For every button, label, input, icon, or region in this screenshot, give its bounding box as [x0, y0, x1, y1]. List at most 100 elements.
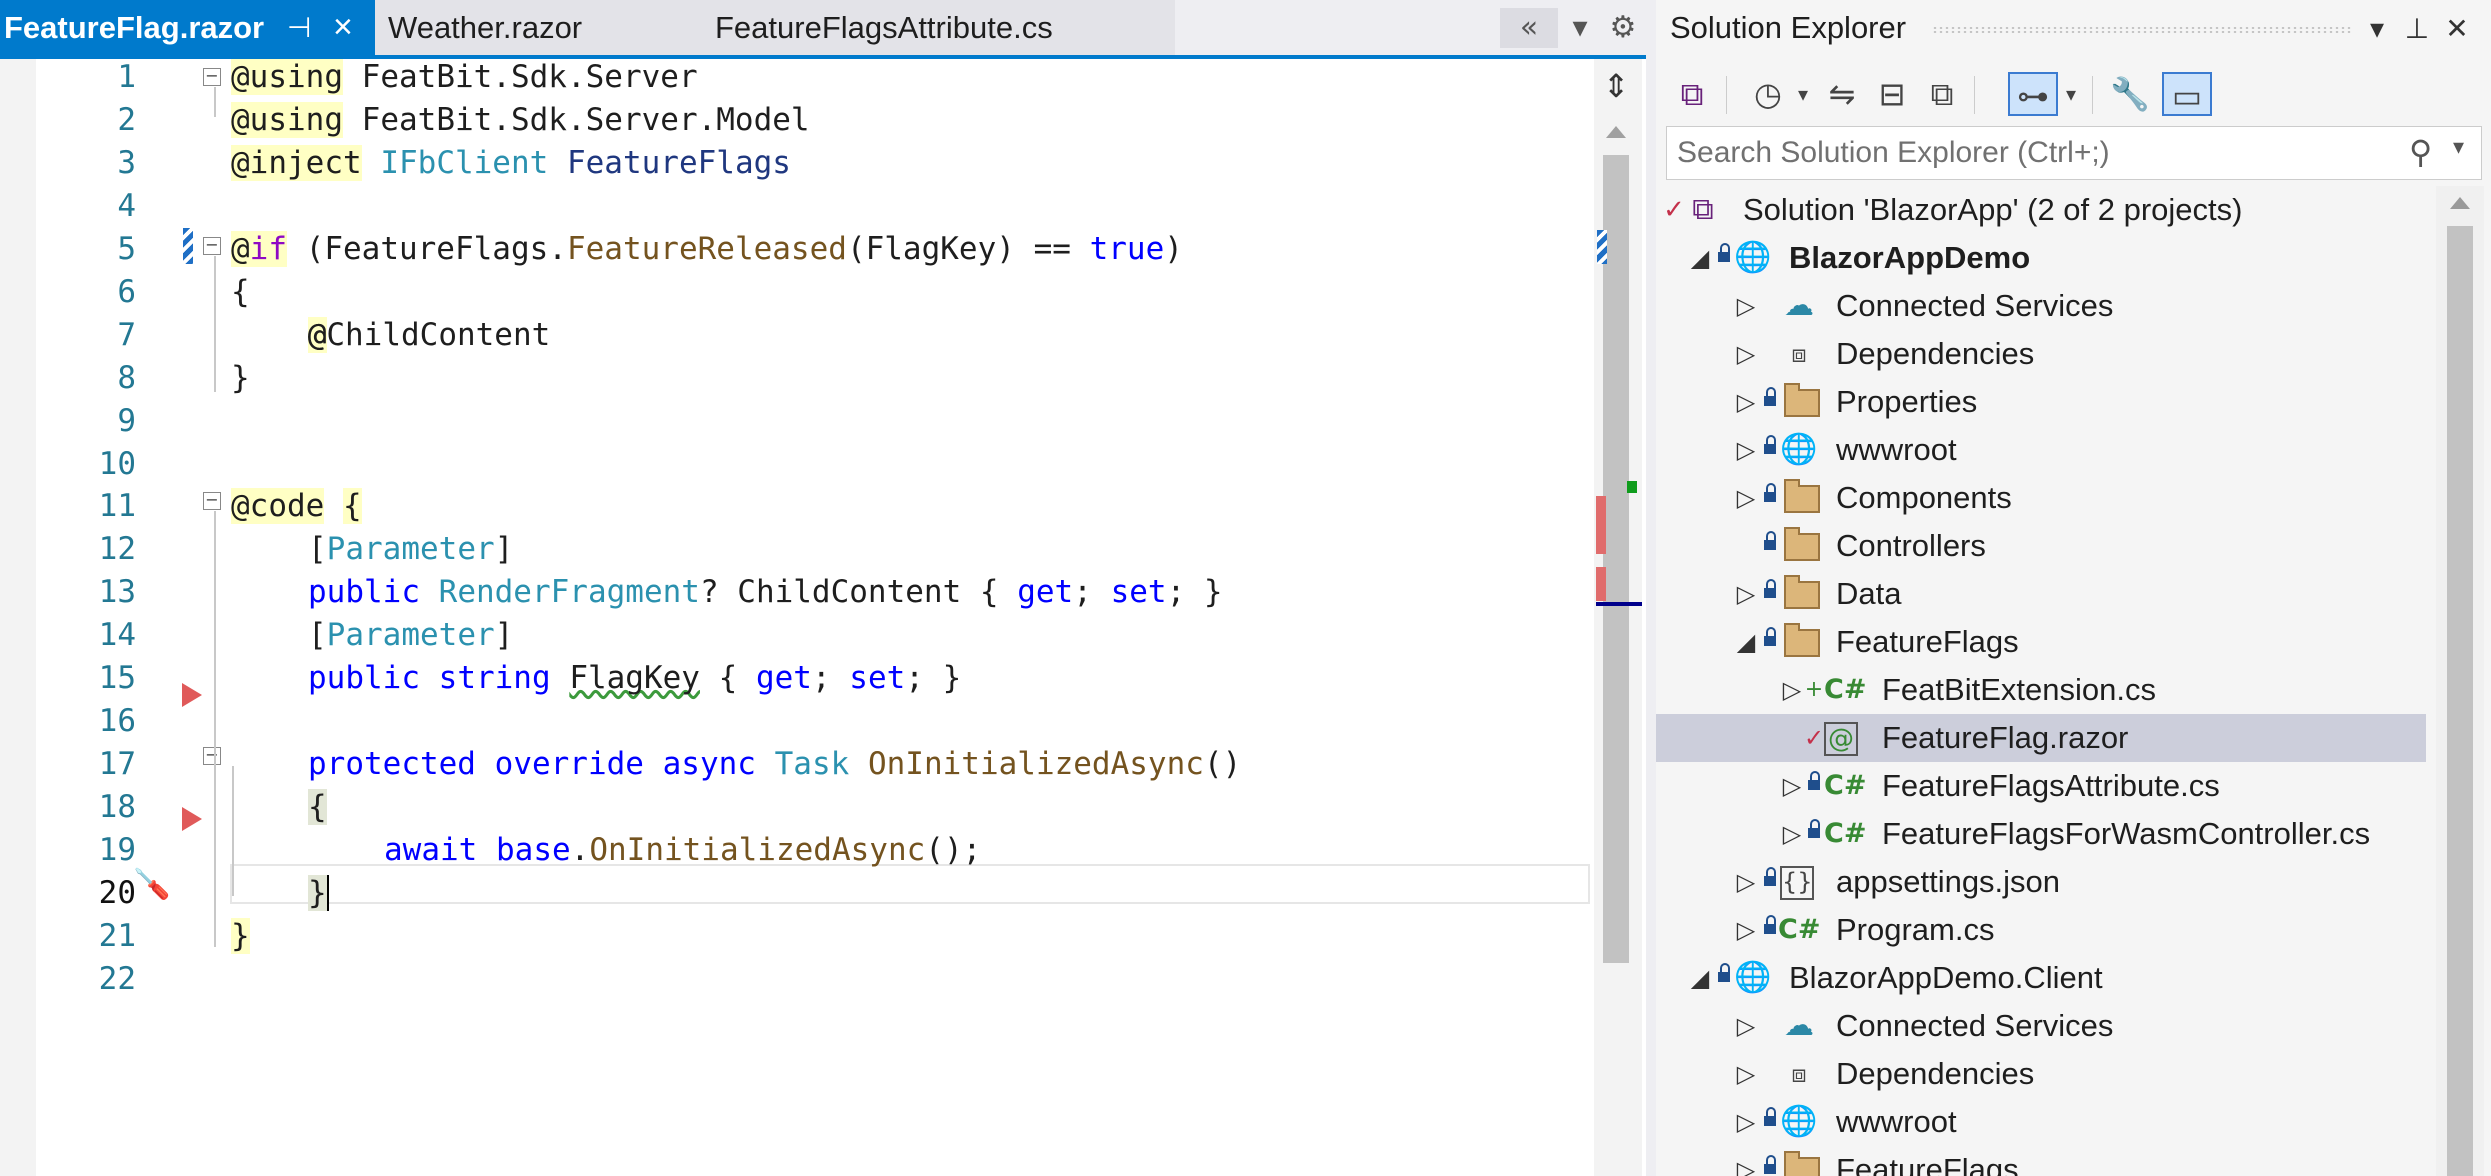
tree-item-solution[interactable]: ✓ ⧉ Solution 'BlazorApp' (2 of 2 project…	[1656, 186, 2426, 234]
collapsed-arrow-icon[interactable]: ▷	[1734, 378, 1758, 426]
dropdown-arrow-icon[interactable]: ▾	[1792, 72, 1814, 116]
tree-item[interactable]: Controllers	[1656, 522, 2426, 570]
code-editor[interactable]: FeatureFlag.razor ⊣ × Weather.razor Feat…	[0, 0, 1646, 1176]
scroll-up-arrow-icon[interactable]	[2450, 197, 2470, 209]
search-icon[interactable]: ⚲	[2409, 133, 2432, 171]
drag-grip[interactable]	[1932, 26, 2352, 34]
switch-views-icon[interactable]: ⧉	[1670, 72, 1714, 116]
preview-pane-icon[interactable]: ▭	[2162, 72, 2212, 116]
code-line[interactable]: 17 protected override async Task OnIniti…	[36, 743, 1594, 786]
toolbar-separator	[2092, 76, 2093, 114]
code-line[interactable]: 7 @@ChildContent	[36, 314, 1594, 357]
collapsed-arrow-icon[interactable]: ▷	[1780, 762, 1804, 810]
tab-dropdown-icon[interactable]: ▾	[1562, 8, 1598, 48]
search-options-dropdown-icon[interactable]: ▾	[2453, 135, 2464, 160]
search-input[interactable]	[1667, 127, 2399, 179]
keyword: override	[494, 746, 644, 782]
collapsed-arrow-icon[interactable]: ▷	[1734, 426, 1758, 474]
collapsed-arrow-icon[interactable]: ▷	[1734, 570, 1758, 618]
pin-icon[interactable]: ⊣	[287, 0, 311, 55]
code-line[interactable]: 16	[36, 700, 1594, 743]
collapsed-arrow-icon[interactable]: ▷	[1734, 1050, 1758, 1098]
sync-with-active-document-icon[interactable]: ⇋	[1820, 72, 1864, 116]
pending-changes-filter-icon[interactable]: ◷	[1746, 72, 1790, 116]
tree-item[interactable]: ▷ C# FeatureFlagsForWasmController.cs	[1656, 810, 2426, 858]
auto-hide-pin-icon[interactable]: ⊥	[2400, 12, 2434, 45]
code-line[interactable]: 1 @using FeatBit.Sdk.Server	[36, 56, 1594, 99]
collapsed-arrow-icon[interactable]: ▷	[1734, 474, 1758, 522]
collapse-all-icon[interactable]: ⊟	[1870, 72, 1914, 116]
tab-featureflagsattribute-cs[interactable]: FeatureFlagsAttribute.cs	[715, 0, 1175, 55]
tab-featureflag-razor[interactable]: FeatureFlag.razor ⊣ ×	[0, 0, 375, 55]
collapsed-arrow-icon[interactable]: ▷	[1734, 906, 1758, 954]
globe-icon: 🌐	[1780, 432, 1818, 467]
tree-item[interactable]: ▷ Properties	[1656, 378, 2426, 426]
code-line[interactable]: 21 }	[36, 915, 1594, 958]
close-icon[interactable]: ×	[333, 0, 353, 55]
tree-item[interactable]: ▷ {} appsettings.json	[1656, 858, 2426, 906]
code-line[interactable]: 8 }	[36, 357, 1594, 400]
scroll-up-arrow-icon[interactable]	[1606, 126, 1626, 138]
expanded-arrow-icon[interactable]: ◢	[1734, 618, 1758, 666]
code-line[interactable]: 4	[36, 185, 1594, 228]
tree-item-label: Connected Services	[1836, 288, 2114, 323]
code-line[interactable]: 19 await base.OnInitializedAsync();	[36, 829, 1594, 872]
code-line[interactable]: 3 @inject IFbClient FeatureFlags	[36, 142, 1594, 185]
code-line[interactable]: 9	[36, 400, 1594, 443]
code-line[interactable]: 6 {	[36, 271, 1594, 314]
tree-item[interactable]: ▷ 🌐 wwwroot	[1656, 426, 2426, 474]
preview-selected-items-icon[interactable]: ⊶	[2008, 72, 2058, 116]
window-options-icon[interactable]: ▾	[2360, 12, 2394, 45]
pane-splitter[interactable]	[1646, 0, 1656, 1176]
expanded-arrow-icon[interactable]: ◢	[1688, 234, 1712, 282]
scrollbar-thumb[interactable]	[1603, 155, 1629, 963]
tree-item[interactable]: ▷ + C# FeatBitExtension.cs	[1656, 666, 2426, 714]
split-window-icon[interactable]: ⇕	[1594, 64, 1638, 108]
scrollbar-thumb[interactable]	[2447, 226, 2473, 1176]
collapsed-arrow-icon[interactable]: ▷	[1734, 1002, 1758, 1050]
expanded-arrow-icon[interactable]: ◢	[1688, 954, 1712, 1002]
collapsed-arrow-icon[interactable]: ▷	[1734, 282, 1758, 330]
tree-item-label: Dependencies	[1836, 1056, 2035, 1091]
tab-overflow-button[interactable]: «	[1500, 8, 1558, 48]
tree-item-project[interactable]: ◢ 🌐 BlazorAppDemo	[1656, 234, 2426, 282]
collapsed-arrow-icon[interactable]: ▷	[1780, 666, 1804, 714]
tree-item-project[interactable]: ◢ 🌐 BlazorAppDemo.Client	[1656, 954, 2426, 1002]
tree-item[interactable]: ▷ Data	[1656, 570, 2426, 618]
tree-item[interactable]: ▷ ☁ Connected Services	[1656, 282, 2426, 330]
code-line[interactable]: 18 {	[36, 786, 1594, 829]
collapsed-arrow-icon[interactable]: ▷	[1734, 330, 1758, 378]
tree-item[interactable]: ▷ C# FeatureFlagsAttribute.cs	[1656, 762, 2426, 810]
tab-weather-razor[interactable]: Weather.razor	[388, 0, 688, 55]
show-all-files-icon[interactable]: ⧉	[1920, 72, 1964, 116]
collapsed-arrow-icon[interactable]: ▷	[1734, 858, 1758, 906]
solution-tree[interactable]: ✓ ⧉ Solution 'BlazorApp' (2 of 2 project…	[1656, 186, 2426, 1176]
collapsed-arrow-icon[interactable]: ▷	[1734, 1098, 1758, 1146]
tree-item[interactable]: ▷ 🌐 wwwroot	[1656, 1098, 2426, 1146]
code-line[interactable]: 22	[36, 958, 1594, 1001]
dropdown-arrow-icon[interactable]: ▾	[2060, 72, 2082, 116]
settings-gear-icon[interactable]: ⚙	[1604, 8, 1642, 48]
tree-item[interactable]: ▷ ⧈ Dependencies	[1656, 1050, 2426, 1098]
code-line[interactable]: 13 public RenderFragment? ChildContent {…	[36, 571, 1594, 614]
close-icon[interactable]: ✕	[2440, 12, 2474, 45]
code-line[interactable]: 11 @code {	[36, 485, 1594, 528]
code-line[interactable]: 14 [Parameter]	[36, 614, 1594, 657]
code-line[interactable]: 12 [Parameter]	[36, 528, 1594, 571]
tree-item[interactable]: ▷ FeatureFlags	[1656, 1146, 2426, 1176]
tree-item[interactable]: ▷ ⧈ Dependencies	[1656, 330, 2426, 378]
tree-item[interactable]: ▷ Components	[1656, 474, 2426, 522]
code-line[interactable]: 2 @using FeatBit.Sdk.Server.Model	[36, 99, 1594, 142]
tree-item[interactable]: ▷ ☁ Connected Services	[1656, 1002, 2426, 1050]
tree-item[interactable]: ▷ C# Program.cs	[1656, 906, 2426, 954]
code-line[interactable]: 5 @if (FeatureFlags.FeatureReleased(Flag…	[36, 228, 1594, 271]
search-box[interactable]: ⚲ ▾	[1666, 126, 2482, 180]
collapsed-arrow-icon[interactable]: ▷	[1780, 810, 1804, 858]
code-line-current[interactable]: 20 }	[36, 872, 1594, 915]
collapsed-arrow-icon[interactable]: ▷	[1734, 1146, 1758, 1176]
code-line[interactable]: 10	[36, 443, 1594, 486]
code-line[interactable]: 15 public string FlagKey { get; set; }	[36, 657, 1594, 700]
tree-item-selected[interactable]: ✓ @ FeatureFlag.razor	[1656, 714, 2426, 762]
properties-wrench-icon[interactable]: 🔧	[2108, 72, 2152, 116]
tree-item[interactable]: ◢ FeatureFlags	[1656, 618, 2426, 666]
